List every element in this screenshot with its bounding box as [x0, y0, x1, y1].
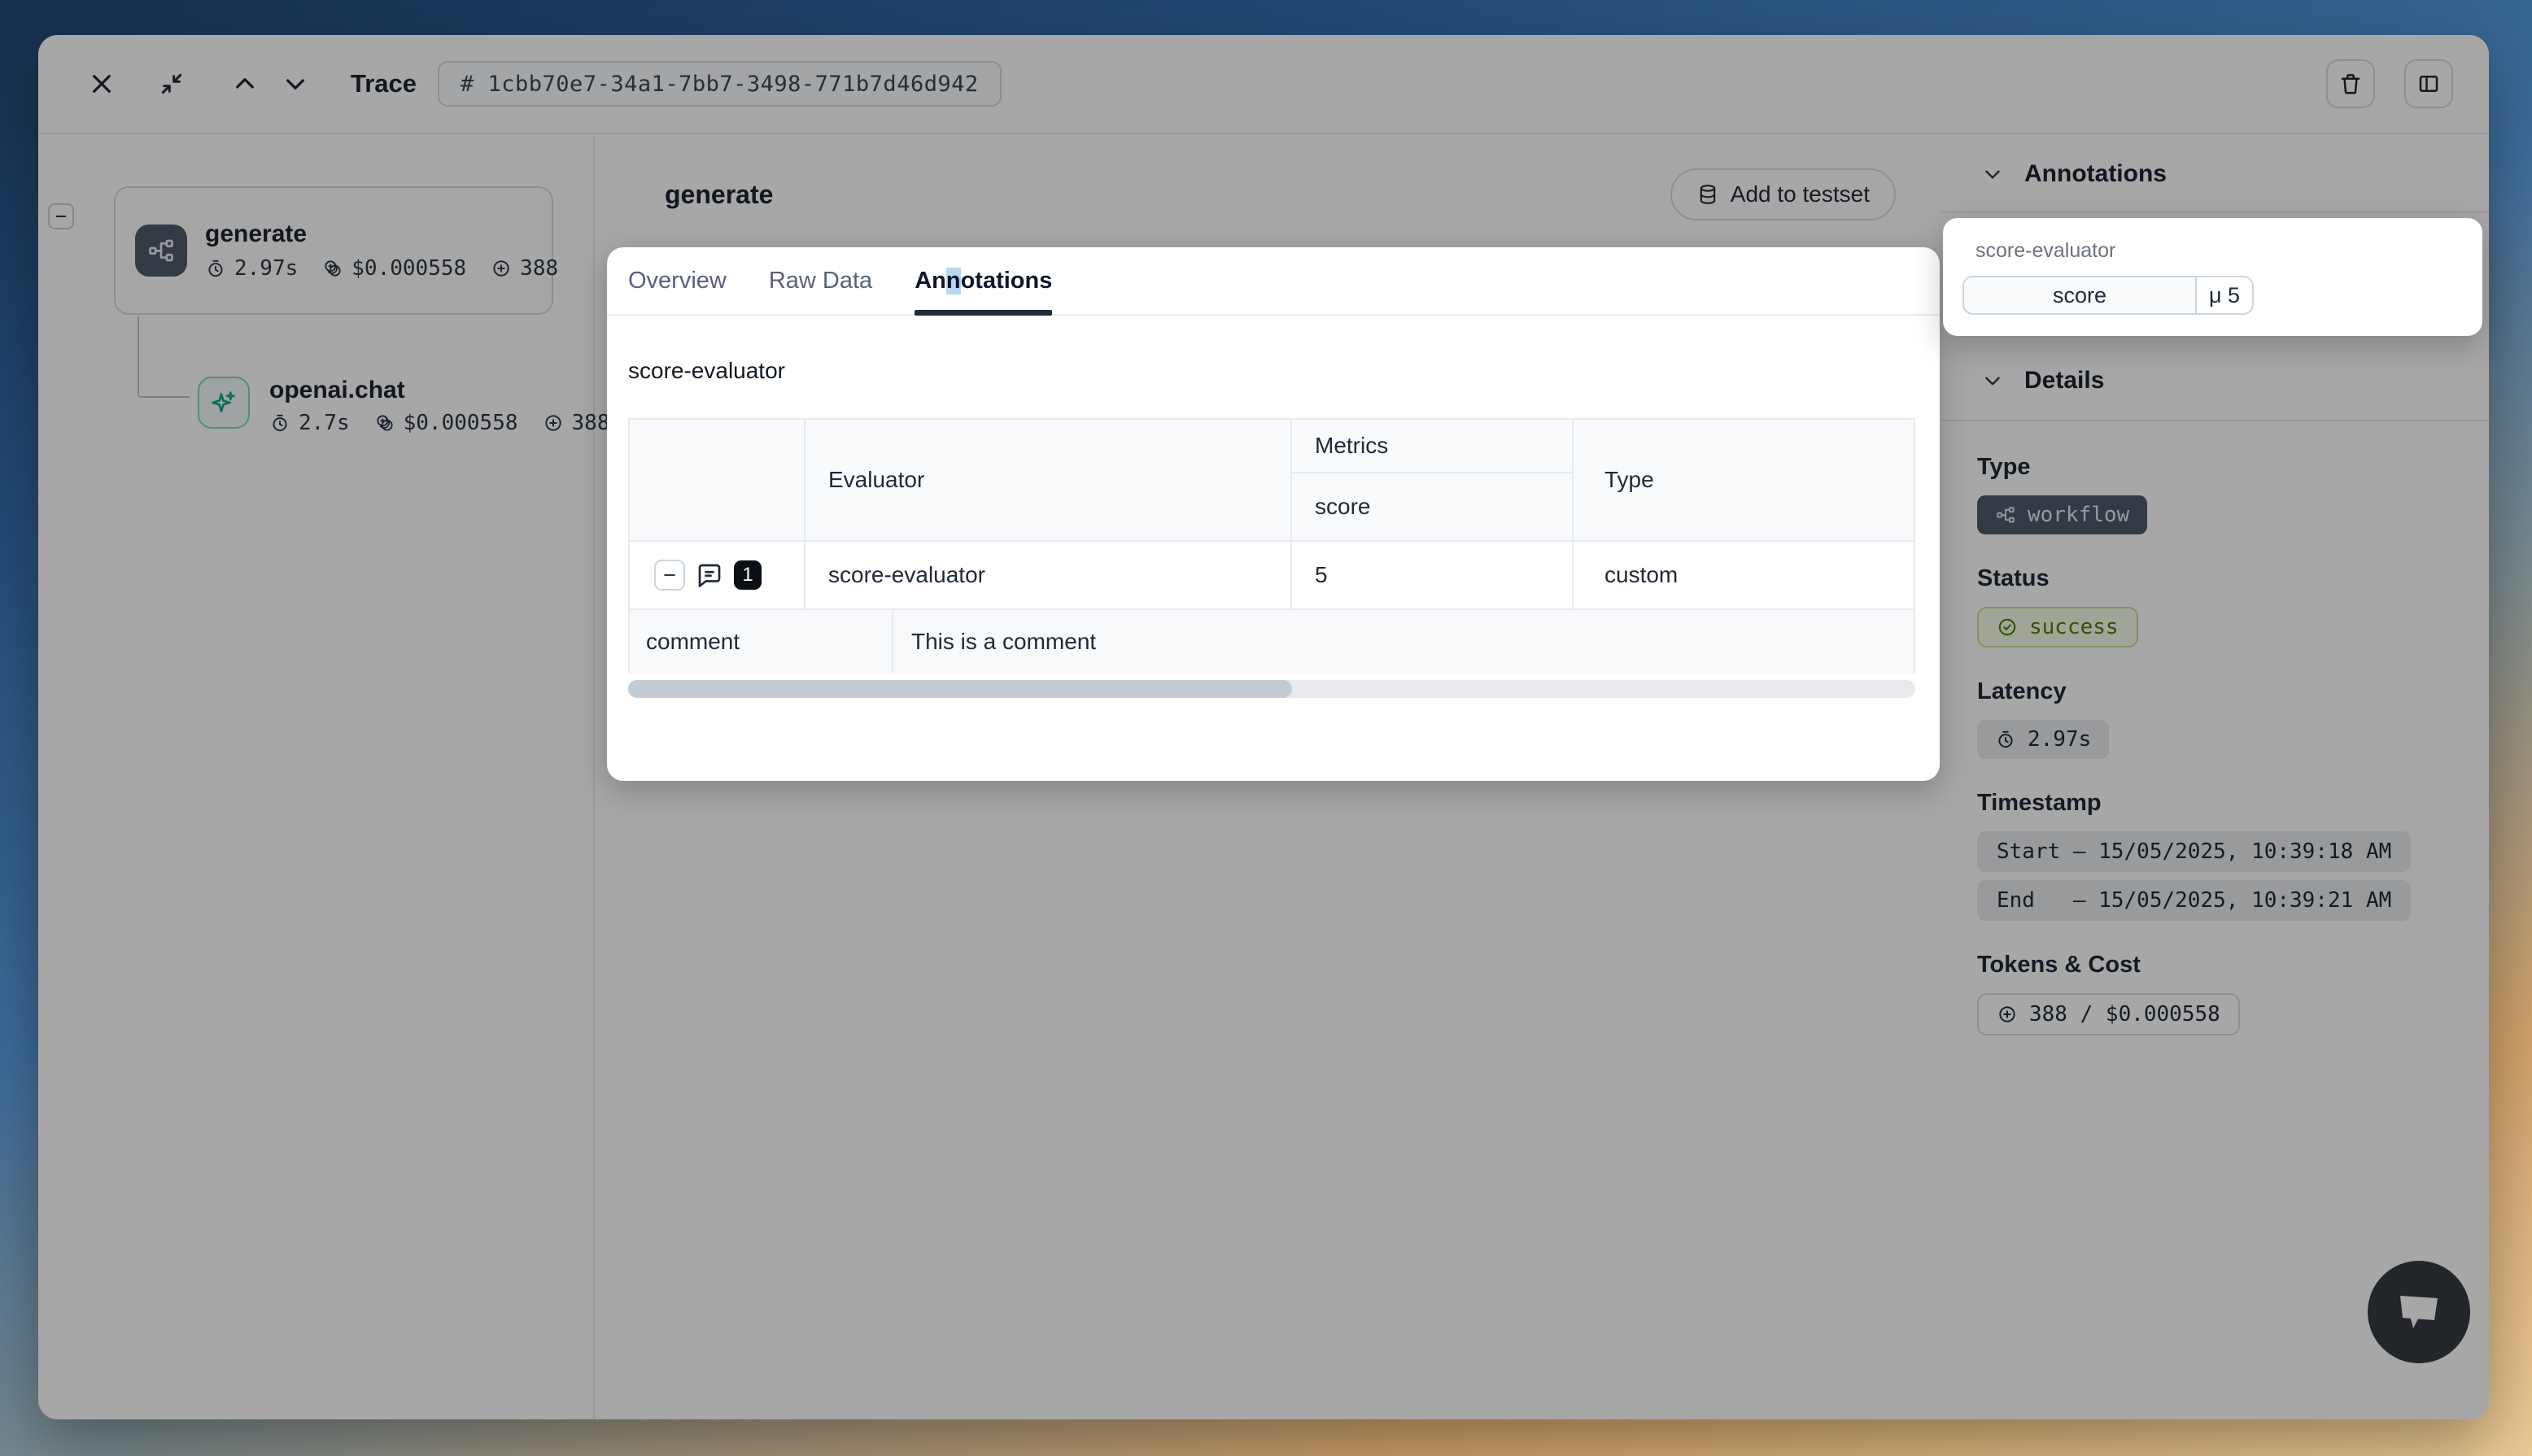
tab-raw-data[interactable]: Raw Data	[769, 247, 872, 314]
tab-overview[interactable]: Overview	[628, 247, 727, 314]
scrollbar-thumb[interactable]	[628, 680, 1292, 698]
sparkles-icon	[198, 377, 250, 429]
collapse-icon[interactable]	[152, 64, 191, 103]
annotations-section-header[interactable]: Annotations	[1941, 136, 2489, 213]
metric-mean-value: μ 5	[2197, 277, 2252, 313]
type-cell: custom	[1574, 542, 1914, 608]
tokens-icon	[1997, 1004, 2018, 1025]
collapse-node-button[interactable]	[48, 203, 74, 229]
minus-icon	[661, 567, 678, 583]
tokens-cost-badge: 388 / $0.000558	[1977, 993, 2240, 1035]
cost-icon	[374, 412, 395, 434]
workflow-icon	[1995, 504, 2016, 525]
type-label: Type	[1977, 454, 2453, 481]
close-icon[interactable]	[82, 64, 121, 103]
type-badge: workflow	[1977, 495, 2147, 534]
score-input-control[interactable]: score μ 5	[1962, 276, 2254, 315]
tokens-cost-label: Tokens & Cost	[1977, 952, 2453, 979]
table-row: 1 score-evaluator 5 custom	[630, 540, 1914, 608]
stopwatch-icon	[1995, 729, 2016, 750]
details-section-header[interactable]: Details	[1941, 341, 2489, 421]
status-label: Status	[1977, 565, 2453, 592]
annotations-table: Evaluator Metrics score Type 1 sc	[628, 418, 1915, 674]
trace-id-badge: # 1cbb70e7-34a1-7bb7-3498-771b7d46d942	[438, 61, 1002, 107]
metric-name-subheader: score	[1292, 473, 1572, 540]
metrics-column-header: Metrics score	[1292, 420, 1574, 540]
latency-badge: 2.97s	[1977, 720, 2109, 759]
workflow-icon	[135, 225, 187, 277]
span-title: generate	[665, 180, 773, 210]
chevron-down-icon	[1982, 370, 2003, 391]
timestamp-end-badge: End – 15/05/2025, 10:39:21 AM	[1977, 880, 2411, 921]
text-selection-highlight: n	[946, 268, 961, 294]
node-stats: 2.97s $0.000558 388	[205, 256, 558, 281]
horizontal-scrollbar[interactable]	[628, 680, 1915, 698]
section-title: Annotations	[2024, 160, 2167, 188]
add-to-testset-button[interactable]: Add to testset	[1670, 168, 1896, 220]
tokens-icon	[491, 258, 512, 279]
delete-trace-button[interactable]	[2326, 59, 2375, 108]
prev-span-icon[interactable]	[225, 64, 264, 103]
status-badge: success	[1977, 607, 2138, 647]
page-title: Trace	[351, 69, 417, 98]
evaluator-cell: score-evaluator	[805, 542, 1292, 608]
table-header: Evaluator Metrics score Type	[630, 420, 1914, 540]
tab-annotations[interactable]: Annotations	[915, 247, 1052, 314]
node-stats: 2.7s $0.000558 388	[269, 411, 609, 435]
evaluator-name-label: score-evaluator	[1975, 239, 2482, 263]
type-column-header: Type	[1574, 420, 1914, 540]
span-tabs: Overview Raw Data Annotations	[607, 247, 1940, 316]
tree-node-generate[interactable]: generate 2.97s $0.000558 388	[114, 186, 553, 315]
database-icon	[1696, 183, 1719, 206]
score-cell: 5	[1292, 542, 1574, 608]
evaluator-column-header: Evaluator	[805, 420, 1292, 540]
tree-node-openai-chat[interactable]: openai.chat 2.7s $0.000558 388	[198, 377, 609, 435]
chevron-down-icon	[1982, 163, 2003, 185]
comment-key-cell: comment	[630, 610, 893, 674]
trace-tree-sidebar: generate 2.97s $0.000558 388	[38, 136, 595, 1419]
sidebar-layout-icon	[2416, 72, 2441, 96]
comment-row: comment This is a comment	[630, 608, 1914, 674]
annotations-tab-card: Overview Raw Data Annotations score-eval…	[607, 247, 1940, 781]
timestamp-label: Timestamp	[1977, 790, 2453, 817]
controls-column-header	[630, 420, 805, 540]
toggle-panel-button[interactable]	[2404, 59, 2453, 108]
node-title: generate	[205, 220, 558, 248]
tree-connector	[138, 316, 190, 398]
latency-icon	[205, 258, 226, 279]
metric-name[interactable]: score	[1964, 277, 2197, 313]
comment-icon[interactable]	[695, 560, 724, 590]
latency-icon	[269, 412, 290, 434]
cost-icon	[322, 258, 343, 279]
tokens-icon	[543, 412, 564, 434]
chat-bubble-icon	[2394, 1289, 2444, 1335]
next-span-icon[interactable]	[276, 64, 315, 103]
node-title: openai.chat	[269, 377, 609, 404]
collapse-row-button[interactable]	[654, 560, 685, 591]
section-title: Details	[2024, 367, 2104, 395]
score-annotation-card: score-evaluator score μ 5	[1943, 218, 2482, 336]
comment-value-cell: This is a comment	[893, 610, 1914, 674]
evaluator-section-title: score-evaluator	[628, 358, 1917, 384]
comment-count-badge[interactable]: 1	[734, 560, 762, 590]
timestamp-start-badge: Start – 15/05/2025, 10:39:18 AM	[1977, 831, 2411, 872]
check-circle-icon	[1997, 617, 2018, 638]
latency-label: Latency	[1977, 678, 2453, 705]
titlebar: Trace # 1cbb70e7-34a1-7bb7-3498-771b7d46…	[38, 35, 2489, 134]
chat-support-widget[interactable]	[2368, 1261, 2470, 1363]
minus-icon	[54, 209, 68, 224]
trash-icon	[2338, 72, 2363, 96]
